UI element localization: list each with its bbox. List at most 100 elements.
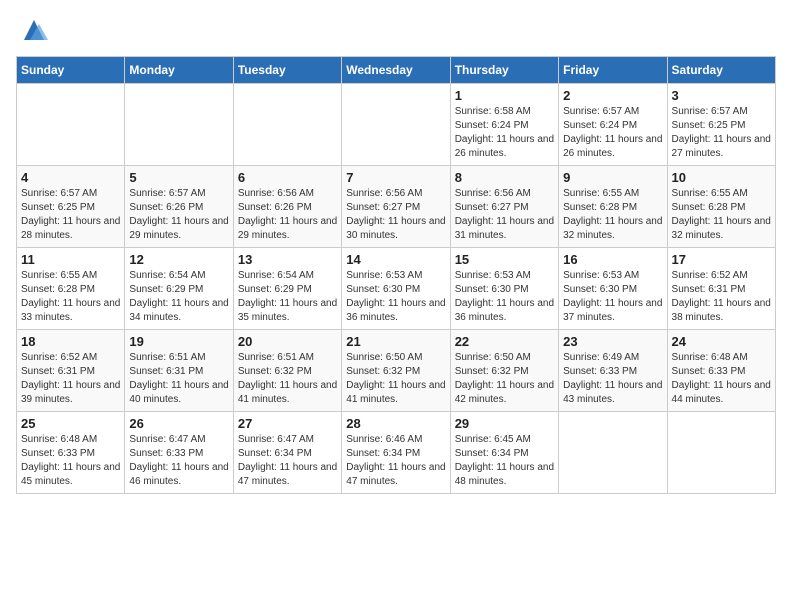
day-info: Sunrise: 6:57 AM Sunset: 6:25 PM Dayligh… xyxy=(672,105,771,161)
calendar-cell: 15 Sunrise: 6:53 AM Sunset: 6:30 PM Dayli… xyxy=(450,248,558,330)
day-number: 23 xyxy=(563,334,662,349)
calendar-cell: 4Sunrise: 6:57 AM Sunset: 6:25 PM Daylig… xyxy=(17,166,125,248)
weekday-header-monday: Monday xyxy=(125,57,233,84)
day-info: Sunrise: 6:55 AM Sunset: 6:28 PM Dayligh… xyxy=(672,187,771,243)
weekday-header-row: SundayMondayTuesdayWednesdayThursdayFrid… xyxy=(17,57,776,84)
calendar-cell: 13Sunrise: 6:54 AM Sunset: 6:29 PM Dayli… xyxy=(233,248,341,330)
day-info: Sunrise: 6:58 AM Sunset: 6:24 PM Dayligh… xyxy=(455,105,554,161)
day-number: 29 xyxy=(455,416,554,431)
calendar-cell xyxy=(125,84,233,166)
calendar-cell: 20 Sunrise: 6:51 AM Sunset: 6:32 PM Dayli… xyxy=(233,330,341,412)
day-number: 8 xyxy=(455,170,554,185)
calendar-cell: 17 Sunrise: 6:52 AM Sunset: 6:31 PM Dayli… xyxy=(667,248,775,330)
day-info: Sunrise: 6:57 AM Sunset: 6:24 PM Dayligh… xyxy=(563,105,662,161)
day-number: 26 xyxy=(129,416,228,431)
day-info: Sunrise: 6:53 AM Sunset: 6:30 PM Dayligh… xyxy=(346,269,445,325)
header xyxy=(16,16,776,44)
calendar-cell: 7 Sunrise: 6:56 AM Sunset: 6:27 PM Daylig… xyxy=(342,166,450,248)
logo-icon xyxy=(20,16,48,44)
day-number: 11 xyxy=(21,252,120,267)
calendar-week-row: 4Sunrise: 6:57 AM Sunset: 6:25 PM Daylig… xyxy=(17,166,776,248)
day-number: 10 xyxy=(672,170,771,185)
calendar-cell: 21 Sunrise: 6:50 AM Sunset: 6:32 PM Dayli… xyxy=(342,330,450,412)
day-info: Sunrise: 6:57 AM Sunset: 6:26 PM Dayligh… xyxy=(129,187,228,243)
day-info: Sunrise: 6:55 AM Sunset: 6:28 PM Dayligh… xyxy=(563,187,662,243)
calendar-cell: 6 Sunrise: 6:56 AM Sunset: 6:26 PM Daylig… xyxy=(233,166,341,248)
day-number: 1 xyxy=(455,88,554,103)
calendar-week-row: 11 Sunrise: 6:55 AM Sunset: 6:28 PM Dayli… xyxy=(17,248,776,330)
day-info: Sunrise: 6:56 AM Sunset: 6:26 PM Dayligh… xyxy=(238,187,337,243)
weekday-header-tuesday: Tuesday xyxy=(233,57,341,84)
day-info: Sunrise: 6:54 AM Sunset: 6:29 PM Dayligh… xyxy=(129,269,228,325)
calendar-cell xyxy=(667,412,775,494)
calendar-cell: 27 Sunrise: 6:47 AM Sunset: 6:34 PM Dayli… xyxy=(233,412,341,494)
day-number: 20 xyxy=(238,334,337,349)
day-number: 27 xyxy=(238,416,337,431)
calendar-cell xyxy=(342,84,450,166)
calendar-cell: 23 Sunrise: 6:49 AM Sunset: 6:33 PM Dayli… xyxy=(559,330,667,412)
calendar-cell xyxy=(17,84,125,166)
weekday-header-wednesday: Wednesday xyxy=(342,57,450,84)
day-info: Sunrise: 6:47 AM Sunset: 6:34 PM Dayligh… xyxy=(238,433,337,489)
day-info: Sunrise: 6:56 AM Sunset: 6:27 PM Dayligh… xyxy=(346,187,445,243)
day-number: 25 xyxy=(21,416,120,431)
calendar-cell: 10 Sunrise: 6:55 AM Sunset: 6:28 PM Dayli… xyxy=(667,166,775,248)
day-number: 4 xyxy=(21,170,120,185)
calendar-cell: 9 Sunrise: 6:55 AM Sunset: 6:28 PM Daylig… xyxy=(559,166,667,248)
logo xyxy=(16,16,48,44)
day-info: Sunrise: 6:50 AM Sunset: 6:32 PM Dayligh… xyxy=(455,351,554,407)
calendar-cell: 25Sunrise: 6:48 AM Sunset: 6:33 PM Dayli… xyxy=(17,412,125,494)
day-info: Sunrise: 6:55 AM Sunset: 6:28 PM Dayligh… xyxy=(21,269,120,325)
weekday-header-sunday: Sunday xyxy=(17,57,125,84)
day-number: 15 xyxy=(455,252,554,267)
day-number: 9 xyxy=(563,170,662,185)
weekday-header-thursday: Thursday xyxy=(450,57,558,84)
day-info: Sunrise: 6:46 AM Sunset: 6:34 PM Dayligh… xyxy=(346,433,445,489)
calendar-cell: 22 Sunrise: 6:50 AM Sunset: 6:32 PM Dayli… xyxy=(450,330,558,412)
day-number: 12 xyxy=(129,252,228,267)
calendar-cell: 29 Sunrise: 6:45 AM Sunset: 6:34 PM Dayli… xyxy=(450,412,558,494)
day-info: Sunrise: 6:50 AM Sunset: 6:32 PM Dayligh… xyxy=(346,351,445,407)
calendar-cell: 28 Sunrise: 6:46 AM Sunset: 6:34 PM Dayli… xyxy=(342,412,450,494)
day-info: Sunrise: 6:45 AM Sunset: 6:34 PM Dayligh… xyxy=(455,433,554,489)
day-number: 17 xyxy=(672,252,771,267)
day-number: 14 xyxy=(346,252,445,267)
day-number: 19 xyxy=(129,334,228,349)
calendar-cell: 18 Sunrise: 6:52 AM Sunset: 6:31 PM Dayli… xyxy=(17,330,125,412)
day-number: 7 xyxy=(346,170,445,185)
day-info: Sunrise: 6:52 AM Sunset: 6:31 PM Dayligh… xyxy=(21,351,120,407)
calendar-week-row: 25Sunrise: 6:48 AM Sunset: 6:33 PM Dayli… xyxy=(17,412,776,494)
day-info: Sunrise: 6:48 AM Sunset: 6:33 PM Dayligh… xyxy=(672,351,771,407)
calendar-week-row: 1 Sunrise: 6:58 AM Sunset: 6:24 PM Daylig… xyxy=(17,84,776,166)
calendar-cell: 16 Sunrise: 6:53 AM Sunset: 6:30 PM Dayli… xyxy=(559,248,667,330)
day-info: Sunrise: 6:51 AM Sunset: 6:31 PM Dayligh… xyxy=(129,351,228,407)
day-number: 22 xyxy=(455,334,554,349)
day-info: Sunrise: 6:54 AM Sunset: 6:29 PM Dayligh… xyxy=(238,269,337,325)
calendar-cell: 3 Sunrise: 6:57 AM Sunset: 6:25 PM Daylig… xyxy=(667,84,775,166)
calendar-cell: 14 Sunrise: 6:53 AM Sunset: 6:30 PM Dayli… xyxy=(342,248,450,330)
calendar-cell: 2 Sunrise: 6:57 AM Sunset: 6:24 PM Daylig… xyxy=(559,84,667,166)
day-number: 2 xyxy=(563,88,662,103)
day-number: 6 xyxy=(238,170,337,185)
day-info: Sunrise: 6:49 AM Sunset: 6:33 PM Dayligh… xyxy=(563,351,662,407)
day-number: 3 xyxy=(672,88,771,103)
calendar-cell: 5 Sunrise: 6:57 AM Sunset: 6:26 PM Daylig… xyxy=(125,166,233,248)
calendar-cell: 19 Sunrise: 6:51 AM Sunset: 6:31 PM Dayli… xyxy=(125,330,233,412)
day-number: 16 xyxy=(563,252,662,267)
calendar-cell xyxy=(559,412,667,494)
day-number: 28 xyxy=(346,416,445,431)
weekday-header-saturday: Saturday xyxy=(667,57,775,84)
day-number: 18 xyxy=(21,334,120,349)
calendar-cell xyxy=(233,84,341,166)
day-info: Sunrise: 6:53 AM Sunset: 6:30 PM Dayligh… xyxy=(563,269,662,325)
day-number: 24 xyxy=(672,334,771,349)
day-info: Sunrise: 6:47 AM Sunset: 6:33 PM Dayligh… xyxy=(129,433,228,489)
day-info: Sunrise: 6:52 AM Sunset: 6:31 PM Dayligh… xyxy=(672,269,771,325)
day-number: 21 xyxy=(346,334,445,349)
day-info: Sunrise: 6:53 AM Sunset: 6:30 PM Dayligh… xyxy=(455,269,554,325)
day-info: Sunrise: 6:51 AM Sunset: 6:32 PM Dayligh… xyxy=(238,351,337,407)
calendar-cell: 8Sunrise: 6:56 AM Sunset: 6:27 PM Daylig… xyxy=(450,166,558,248)
day-number: 5 xyxy=(129,170,228,185)
calendar-table: SundayMondayTuesdayWednesdayThursdayFrid… xyxy=(16,56,776,494)
weekday-header-friday: Friday xyxy=(559,57,667,84)
